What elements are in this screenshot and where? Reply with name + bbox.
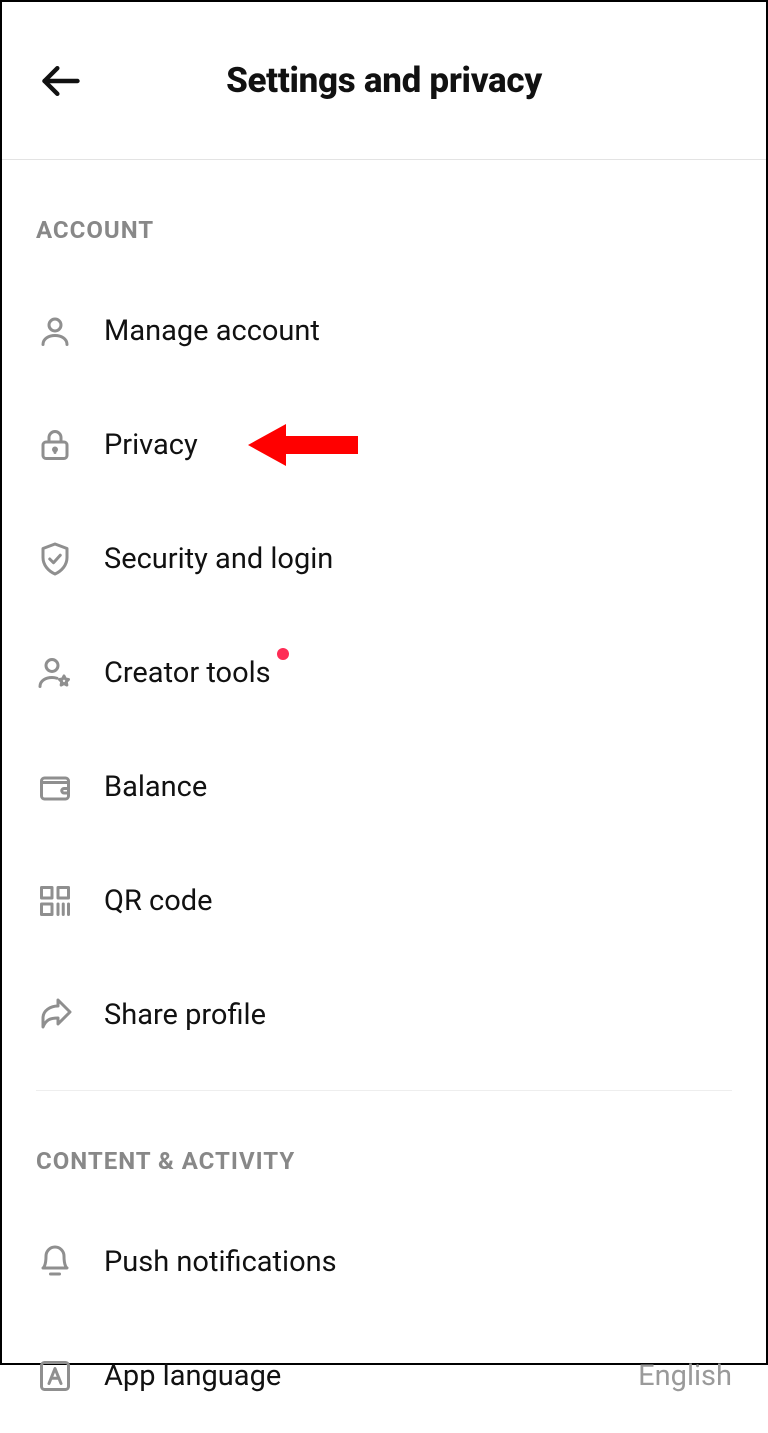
qr-code-icon: [36, 882, 74, 920]
share-arrow-icon: [36, 996, 74, 1034]
row-security[interactable]: Security and login: [36, 502, 732, 616]
wallet-icon: [36, 768, 74, 806]
row-label: Creator tools: [104, 656, 271, 690]
row-balance[interactable]: Balance: [36, 730, 732, 844]
shield-check-icon: [36, 540, 74, 578]
row-qr-code[interactable]: QR code: [36, 844, 732, 958]
row-label: Privacy: [104, 428, 198, 462]
page-title: Settings and privacy: [2, 60, 766, 101]
row-label: QR code: [104, 884, 212, 918]
row-push-notifications[interactable]: Push notifications: [36, 1205, 732, 1319]
arrow-left-icon: [39, 59, 83, 103]
row-label: Share profile: [104, 998, 266, 1032]
settings-list: ACCOUNT Manage account Privacy: [2, 216, 766, 1433]
header: Settings and privacy: [2, 2, 766, 160]
row-app-language[interactable]: App language English: [36, 1319, 732, 1433]
row-label: Security and login: [104, 542, 333, 576]
row-share-profile[interactable]: Share profile: [36, 958, 732, 1072]
section-label-content-activity: CONTENT & ACTIVITY: [36, 1147, 732, 1175]
row-privacy[interactable]: Privacy: [36, 388, 732, 502]
section-label-account: ACCOUNT: [36, 216, 732, 244]
back-button[interactable]: [36, 56, 86, 106]
row-label: Push notifications: [104, 1245, 337, 1279]
person-star-icon: [36, 654, 74, 692]
person-icon: [36, 312, 74, 350]
row-label: Balance: [104, 770, 207, 804]
row-label: Manage account: [104, 314, 320, 348]
row-manage-account[interactable]: Manage account: [36, 274, 732, 388]
row-label: App language: [104, 1359, 281, 1393]
annotation-arrow-icon: [248, 420, 358, 470]
lock-icon: [36, 426, 74, 464]
row-creator-tools[interactable]: Creator tools: [36, 616, 732, 730]
language-icon: [36, 1357, 74, 1395]
bell-icon: [36, 1243, 74, 1281]
section-divider: [36, 1090, 732, 1091]
notification-dot-icon: [277, 648, 289, 660]
row-value: English: [638, 1359, 732, 1393]
